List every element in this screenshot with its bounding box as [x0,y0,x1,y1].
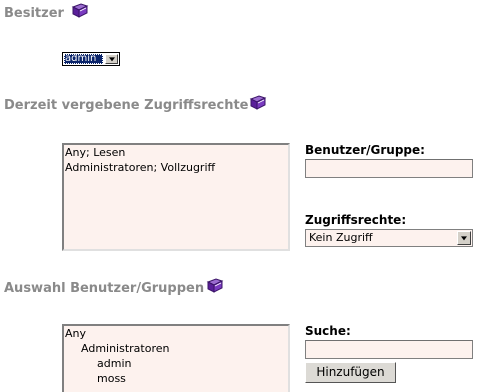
owner-select[interactable]: admin [62,52,120,66]
user-group-tree-listbox[interactable]: Any Administratoren admin moss [62,324,290,392]
help-book-icon[interactable] [70,3,90,19]
tree-item[interactable]: moss [64,371,288,386]
current-rights-title: Derzeit vergebene Zugriffsrechte [4,98,249,113]
owner-section-title: Besitzer [4,6,64,21]
rights-select[interactable]: Kein Zugriff [305,229,473,247]
search-label: Suche: [305,324,351,338]
tree-item[interactable]: Administratoren [64,341,288,356]
owner-select-value: admin [64,54,103,64]
user-group-field[interactable] [305,159,473,178]
list-item[interactable]: Any; Lesen [64,145,288,160]
tree-item[interactable]: Any [64,326,288,341]
add-button[interactable]: Hinzufügen [305,362,396,383]
list-item[interactable]: Administratoren; Vollzugriff [64,160,288,175]
current-rights-listbox[interactable]: Any; Lesen Administratoren; Vollzugriff [62,143,290,251]
owner-title-text: Besitzer [4,6,64,21]
user-group-label: Benutzer/Gruppe: [305,143,425,157]
help-book-icon[interactable] [205,278,225,294]
dropdown-arrow-icon[interactable] [457,231,471,245]
rights-select-value: Kein Zugriff [309,231,373,244]
tree-item[interactable]: admin [64,356,288,371]
dropdown-arrow-icon[interactable] [105,54,118,64]
selection-title: Auswahl Benutzer/Gruppen [4,281,205,296]
rights-label: Zugriffsrechte: [305,213,407,227]
help-book-icon[interactable] [248,95,268,111]
search-input[interactable] [305,340,473,359]
